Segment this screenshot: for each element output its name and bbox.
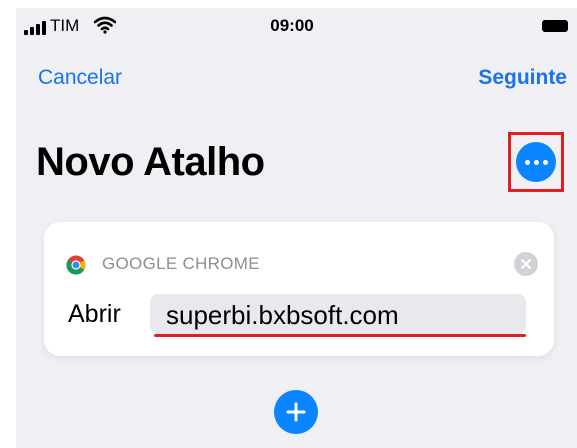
url-field-value: superbi.bxbsoft.com [166, 300, 399, 330]
battery-icon [542, 20, 568, 32]
carrier-label: TIM [50, 16, 80, 35]
shortcut-editor-screen: TIM 09:00 Cancelar Seguinte Novo Atalho … [16, 8, 577, 448]
page-title: Novo Atalho [36, 140, 265, 184]
status-bar: TIM 09:00 [16, 8, 577, 42]
action-card[interactable]: GOOGLE CHROME Abrir superbi.bxbsoft.com [44, 222, 554, 356]
more-button[interactable] [516, 142, 556, 182]
more-icon [524, 159, 548, 165]
signal-icon [24, 21, 46, 35]
add-action-button[interactable] [274, 390, 318, 434]
chrome-icon [66, 255, 86, 275]
next-button[interactable]: Seguinte [478, 66, 567, 90]
url-field[interactable]: superbi.bxbsoft.com [150, 294, 526, 337]
url-highlight-underline [154, 334, 526, 337]
wifi-icon [94, 16, 116, 34]
cancel-button[interactable]: Cancelar [38, 66, 122, 90]
action-label: Abrir [68, 300, 121, 328]
remove-action-button[interactable] [514, 252, 538, 276]
app-name-label: GOOGLE CHROME [102, 254, 260, 273]
close-icon [521, 259, 531, 269]
status-time: 09:00 [270, 16, 314, 35]
plus-icon [286, 402, 306, 422]
